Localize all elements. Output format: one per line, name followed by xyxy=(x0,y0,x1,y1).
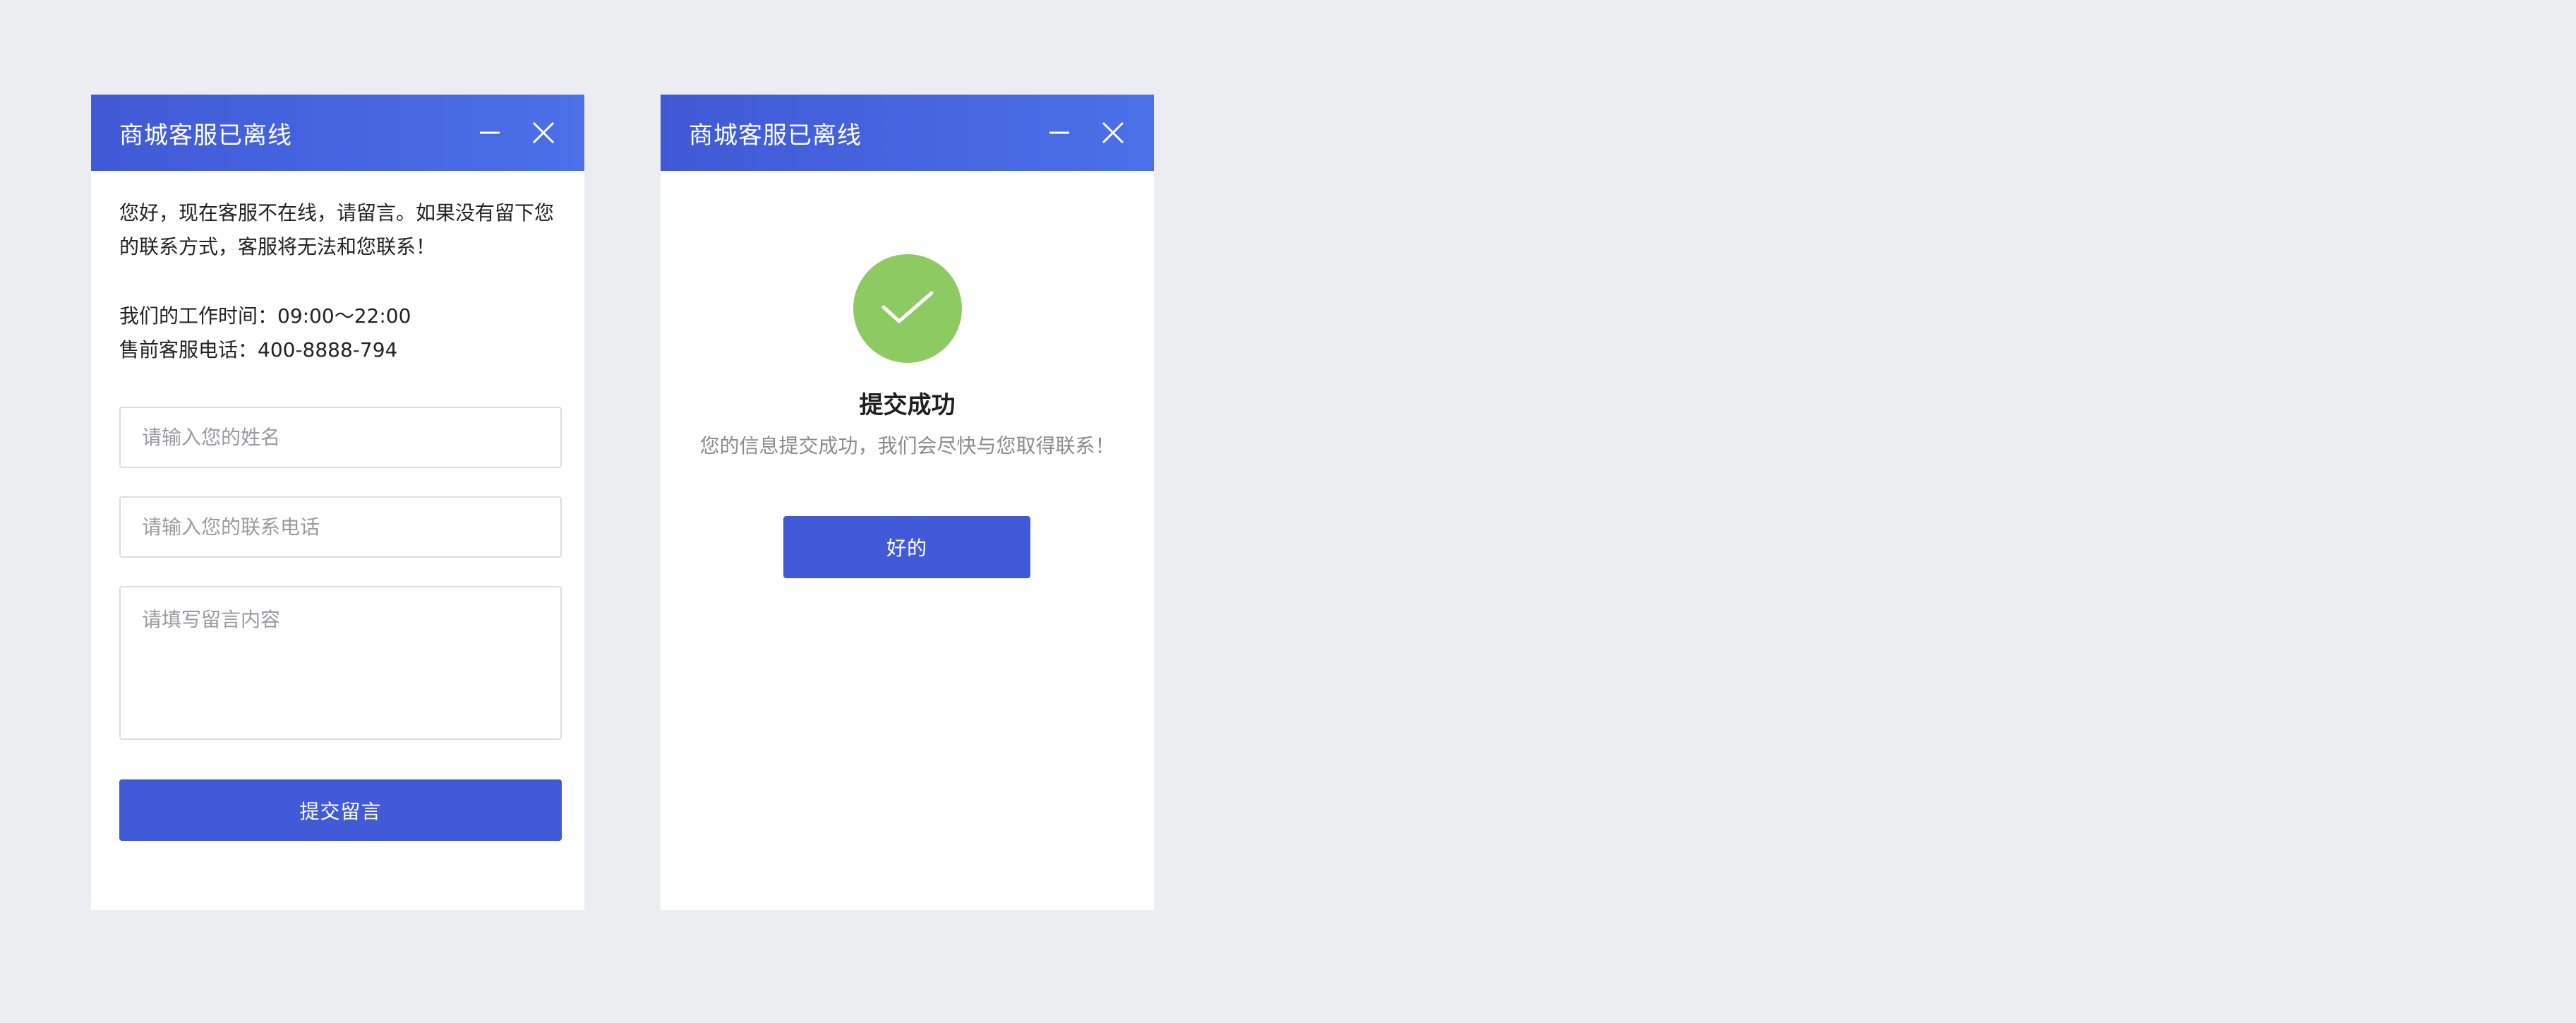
minus-icon[interactable] xyxy=(476,119,504,147)
phone-input[interactable] xyxy=(119,496,562,558)
panel-titlebar: 商城客服已离线 xyxy=(661,95,1154,171)
message-textarea[interactable] xyxy=(119,586,562,740)
submit-success-panel: 商城客服已离线 提交成功 您的信息提交成功，我们会尽快与您取得联系！ 好的 xyxy=(661,95,1154,910)
close-icon[interactable] xyxy=(529,119,558,147)
success-heading: 提交成功 xyxy=(859,391,956,419)
panel-title: 商城客服已离线 xyxy=(119,121,292,150)
submit-message-button[interactable]: 提交留言 xyxy=(119,779,562,841)
work-hours-text: 我们的工作时间：09:00～22:00 xyxy=(119,304,411,328)
offline-intro-text: 您好，现在客服不在线，请留言。如果没有留下您的联系方式，客服将无法和您联系！ xyxy=(119,201,555,258)
panel-titlebar: 商城客服已离线 xyxy=(91,95,584,171)
checkmark-icon xyxy=(879,279,936,338)
success-message: 您的信息提交成功，我们会尽快与您取得联系！ xyxy=(699,434,1115,457)
success-badge xyxy=(853,254,962,363)
close-icon[interactable] xyxy=(1099,119,1127,147)
name-input[interactable] xyxy=(119,407,562,468)
minus-icon[interactable] xyxy=(1045,119,1073,147)
panel-title: 商城客服已离线 xyxy=(689,121,862,150)
contact-info: 我们的工作时间：09:00～22:00 售前客服电话：400-8888-794 xyxy=(119,299,411,367)
presale-phone-text: 售前客服电话：400-8888-794 xyxy=(119,338,398,361)
ok-button[interactable]: 好的 xyxy=(783,516,1030,578)
offline-message-panel: 商城客服已离线 您好，现在客服不在线，请留言。如果没有留下您的联系方式，客服将无… xyxy=(91,95,584,910)
